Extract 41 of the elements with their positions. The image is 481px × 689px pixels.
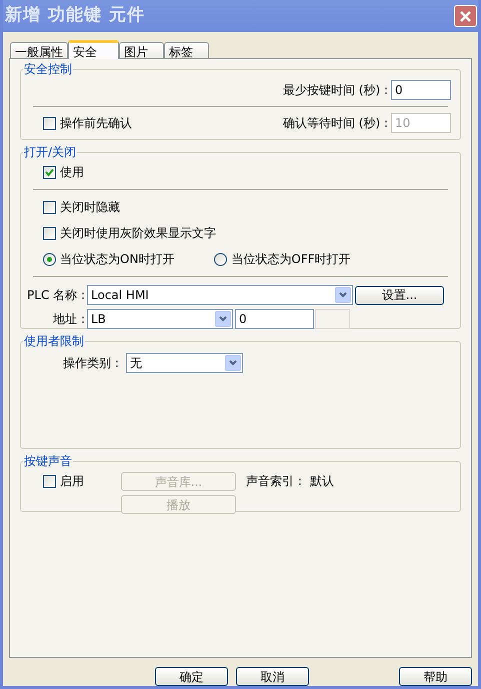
settings-button[interactable]: 设置... (355, 286, 444, 304)
close-icon[interactable] (454, 5, 477, 27)
radio-label: 当位状态为ON时打开 (60, 251, 174, 268)
plc-name-dropdown[interactable]: Local HMI (87, 285, 353, 305)
tab[interactable]: 标签 (164, 42, 209, 58)
group-title: 打开/关闭 (23, 144, 78, 161)
checkbox-label: 关闭时使用灰阶效果显示文字 (60, 225, 216, 242)
window-title: 新增 功能键 元件 (5, 4, 145, 28)
group-title: 使用者限制 (23, 333, 85, 350)
input-field[interactable]: 0 (391, 80, 451, 100)
field-label: PLC 名称 : (26, 287, 86, 304)
help-button[interactable]: 帮助 (399, 667, 472, 686)
dialog-button[interactable]: 取消 (236, 667, 309, 686)
group-title: 按键声音 (23, 453, 73, 470)
sound-index-value: 默认 (310, 473, 334, 490)
tab[interactable]: 图片 (119, 42, 164, 58)
address-suffix-field (315, 309, 350, 329)
field-label: 声音索引 : (246, 473, 302, 490)
checkbox[interactable] (43, 166, 56, 178)
field-label: 操作类别 : (63, 355, 119, 372)
radio-label: 当位状态为OFF时打开 (231, 251, 351, 268)
checkbox[interactable] (43, 226, 56, 240)
dialog-button[interactable]: 确定 (155, 667, 228, 686)
checkbox-label: 操作前先确认 (60, 115, 132, 132)
operation-category-dropdown[interactable]: 无 (126, 353, 243, 373)
field-label: 确认等待时间 (秒) : (282, 115, 388, 132)
tab[interactable]: 安全 (68, 40, 119, 59)
checkbox[interactable] (43, 116, 56, 130)
checkbox[interactable] (43, 200, 56, 214)
group-title: 安全控制 (23, 61, 73, 78)
field-label: 地址 : (52, 311, 86, 328)
address-field[interactable]: 0 (235, 309, 314, 329)
checkbox-label: 启用 (60, 473, 84, 490)
checkbox-label: 使用 (60, 164, 84, 181)
checkbox[interactable] (43, 474, 56, 488)
checkbox-label: 关闭时隐藏 (60, 199, 120, 216)
radio-button[interactable] (214, 252, 228, 266)
field-label: 最少按键时间 (秒) : (282, 82, 388, 99)
radio-button[interactable] (43, 252, 56, 266)
tab[interactable]: 一般属性 (10, 42, 68, 58)
device-type-dropdown[interactable]: LB (87, 309, 233, 329)
